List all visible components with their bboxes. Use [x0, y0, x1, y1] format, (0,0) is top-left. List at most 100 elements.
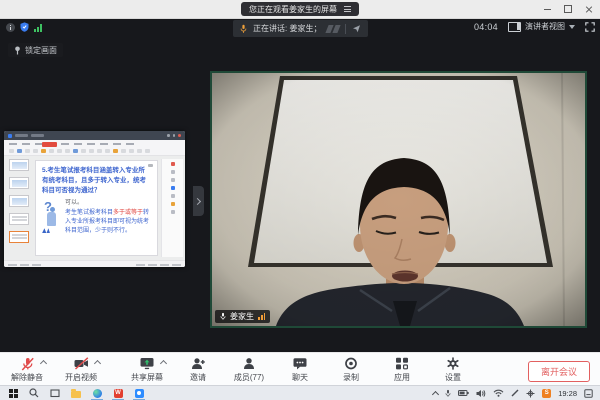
meeting-app-icon[interactable]: [133, 387, 145, 400]
start-video-button[interactable]: 开启视频: [60, 357, 102, 383]
wps-tab: [15, 134, 28, 137]
speaker-video-tile[interactable]: 姜家生: [210, 71, 587, 328]
watching-screen-banner[interactable]: 您正在观看姜家生的屏幕: [241, 2, 359, 16]
task-view-icon[interactable]: [49, 387, 61, 400]
close-icon[interactable]: [585, 6, 592, 13]
apps-button[interactable]: 应用: [381, 357, 423, 383]
hidden-icons-chevron[interactable]: [432, 390, 439, 397]
wps-ribbon: [4, 140, 185, 156]
start-video-label: 开启视频: [65, 372, 97, 383]
wps-office-icon[interactable]: W: [112, 387, 124, 400]
chevron-up-icon[interactable]: [40, 360, 47, 367]
slide-thumbnail[interactable]: [9, 177, 29, 189]
wps-title-bar: [4, 131, 185, 140]
panel-collapse-handle[interactable]: [193, 186, 204, 216]
wps-minimize-icon: [167, 134, 170, 137]
wps-workspace: 5.考生笔试报考科目涵盖转入专业所有统考科目，且多于转入专业，统考科目可否视为通…: [4, 156, 185, 260]
unmute-label: 解除静音: [11, 372, 43, 383]
hamburger-menu-icon[interactable]: [344, 6, 351, 12]
notification-center-icon[interactable]: [584, 389, 593, 398]
apps-grid-icon: [395, 357, 409, 370]
clock[interactable]: 19:28: [558, 389, 577, 398]
meeting-stage: 正在讲话: 姜家生； 04:04 演讲者视图 锁定画面: [0, 18, 600, 352]
microphone-muted-icon: [20, 357, 35, 370]
wps-right-sidebar: [161, 159, 183, 257]
record-label: 录制: [343, 372, 359, 383]
meeting-toolbar: 解除静音 开启视频 共享屏幕: [0, 352, 600, 385]
wps-maximize-icon: [173, 134, 176, 137]
collapse-banner-arrow-icon[interactable]: [352, 24, 361, 33]
edge-browser-icon[interactable]: [91, 387, 103, 400]
chevron-right-icon: [194, 197, 201, 204]
participant-name-badge: 姜家生: [215, 310, 270, 323]
wps-tab: [31, 134, 44, 137]
chevron-up-icon[interactable]: [160, 360, 167, 367]
chevron-up-icon[interactable]: [94, 360, 101, 367]
security-shield-icon[interactable]: [20, 22, 29, 32]
view-mode-label: 演讲者视图: [525, 21, 565, 32]
view-mode-switcher[interactable]: 演讲者视图: [508, 21, 575, 32]
invite-button[interactable]: 邀请: [177, 357, 219, 383]
share-screen-button[interactable]: 共享屏幕: [126, 357, 168, 383]
leave-meeting-button[interactable]: 离开会议: [528, 361, 590, 382]
slide-thumbnail[interactable]: [9, 213, 29, 225]
slide-thumbnail-selected[interactable]: [9, 231, 29, 243]
meeting-timer: 04:04: [474, 22, 498, 32]
record-button[interactable]: 录制: [330, 357, 372, 383]
members-button[interactable]: 成员(77): [228, 357, 270, 383]
search-icon[interactable]: [28, 387, 40, 400]
record-icon: [344, 357, 358, 370]
meeting-status-icons: [6, 22, 42, 32]
slide-thumbnail-strip[interactable]: [6, 159, 32, 243]
pin-badge-label: 锁定画面: [25, 45, 57, 56]
slide-title: 5.考生笔试报考科目涵盖转入专业所有统考科目，且多于转入专业，统考科目可否视为通…: [42, 166, 151, 195]
settings-button[interactable]: 设置: [432, 357, 474, 383]
fullscreen-exit-icon[interactable]: [585, 22, 595, 32]
input-indicator-icon[interactable]: [526, 389, 535, 398]
slide-thumbnail[interactable]: [9, 195, 29, 207]
participant-name: 姜家生: [230, 311, 254, 322]
chat-bubble-icon: [293, 357, 307, 370]
slide-answer-text: 可以。考生笔试报考科目多于或等于转入专业所报考科目即可视为统考科目范围，少于则不…: [65, 199, 151, 236]
wifi-icon[interactable]: [493, 389, 504, 397]
answer-highlight: 多于或等于: [113, 210, 143, 216]
slide-corner-icon: [148, 164, 153, 167]
maximize-icon[interactable]: [564, 5, 572, 13]
settings-label: 设置: [445, 372, 461, 383]
chat-label: 聊天: [292, 372, 308, 383]
watermark-logo-icon: [327, 25, 339, 33]
webcam-scene: [212, 73, 585, 326]
chat-button[interactable]: 聊天: [279, 357, 321, 383]
start-button[interactable]: [7, 387, 19, 400]
invite-label: 邀请: [190, 372, 206, 383]
current-slide: 5.考生笔试报考科目涵盖转入专业所有统考科目，且多于转入专业，统考科目可否视为通…: [35, 160, 158, 256]
volume-icon[interactable]: [476, 389, 486, 398]
sogou-input-icon[interactable]: S: [542, 389, 551, 398]
gear-icon: [446, 357, 460, 370]
divider: [345, 24, 346, 34]
answer-intro: 可以。: [65, 199, 151, 208]
chevron-down-icon: [569, 25, 575, 29]
active-mic-icon: [240, 24, 247, 34]
meeting-info-icon[interactable]: [6, 23, 15, 32]
invite-person-icon: [191, 357, 205, 370]
battery-icon[interactable]: [458, 389, 469, 397]
file-explorer-icon[interactable]: [70, 387, 82, 400]
tray-mic-icon[interactable]: [445, 389, 451, 398]
os-taskbar: W S 19:28: [0, 385, 600, 400]
pin-icon: [14, 46, 21, 55]
pin-view-badge[interactable]: 锁定画面: [8, 43, 63, 57]
minimize-icon[interactable]: [544, 9, 551, 10]
meeting-app-window: 您正在观看姜家生的屏幕 正在讲话: 姜家生；: [0, 0, 600, 400]
shared-screen-preview[interactable]: 5.考生笔试报考科目涵盖转入专业所有统考科目，且多于转入专业，统考科目可否视为通…: [4, 131, 185, 267]
network-signal-icon[interactable]: [34, 24, 42, 32]
slide-thumbnail[interactable]: [9, 159, 29, 171]
mic-icon: [220, 312, 226, 321]
unmute-button[interactable]: 解除静音: [6, 357, 48, 383]
apps-label: 应用: [394, 372, 410, 383]
pen-icon[interactable]: [511, 389, 519, 397]
title-bar: 您正在观看姜家生的屏幕: [0, 0, 600, 19]
audio-level-icon: [258, 313, 265, 320]
members-icon: [242, 357, 256, 370]
watching-screen-text: 您正在观看姜家生的屏幕: [249, 4, 337, 15]
